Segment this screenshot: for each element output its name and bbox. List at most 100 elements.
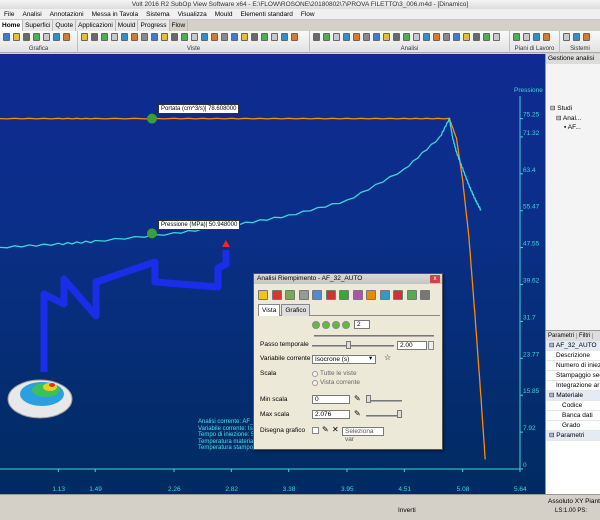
dialog-tool-icon[interactable]: [406, 290, 417, 300]
play-first-icon[interactable]: [312, 321, 320, 329]
props-row[interactable]: ⊟ Materiale: [546, 391, 600, 401]
dialog-tool-icon[interactable]: [393, 290, 403, 300]
toolbar-icon[interactable]: [443, 33, 450, 41]
dialog-tool-icon[interactable]: [258, 290, 268, 300]
dialog-tool-icon[interactable]: [339, 290, 349, 300]
toolbar-icon[interactable]: [343, 33, 350, 41]
menu-item[interactable]: Mould: [211, 9, 237, 20]
toolbar-icon[interactable]: [353, 33, 360, 41]
toolbar-icon[interactable]: [573, 33, 580, 41]
chevron-down-icon[interactable]: ▾: [369, 355, 372, 363]
toolbar-icon[interactable]: [23, 33, 30, 41]
ribbon-tab[interactable]: Flow: [170, 20, 189, 31]
toolbar-icon[interactable]: [121, 33, 128, 41]
toolbar-icon[interactable]: [291, 33, 298, 41]
max-scala-input[interactable]: 2.076: [312, 410, 350, 419]
toolbar-icon[interactable]: [111, 33, 118, 41]
props-row[interactable]: Descrizione: [546, 351, 600, 361]
props-row[interactable]: Numero di iniezi: [546, 361, 600, 371]
menu-item[interactable]: Analisi: [18, 9, 45, 20]
toolbar-icon[interactable]: [131, 33, 138, 41]
toolbar-icon[interactable]: [473, 33, 480, 41]
min-scala-slider[interactable]: [366, 400, 402, 402]
dialog-tool-icon[interactable]: [312, 290, 322, 300]
toolbar-icon[interactable]: [161, 33, 168, 41]
toolbar-icon[interactable]: [231, 33, 238, 41]
radio-vista-corrente[interactable]: [312, 380, 318, 386]
toolbar-icon[interactable]: [373, 33, 380, 41]
toolbar-icon[interactable]: [151, 33, 158, 41]
dialog-tool-icon[interactable]: [379, 290, 390, 300]
toolbar-icon[interactable]: [101, 33, 108, 41]
toolbar-icon[interactable]: [181, 33, 188, 41]
tree-item-studi[interactable]: ⊟ Studi: [550, 104, 572, 113]
close-icon[interactable]: ✕: [332, 426, 339, 434]
toolbar-icon[interactable]: [241, 33, 248, 41]
menu-item[interactable]: Annotazioni: [46, 9, 88, 20]
toolbar-icon[interactable]: [281, 33, 288, 41]
tab-grafico[interactable]: Grafico: [281, 304, 311, 316]
dialog-tool-icon[interactable]: [325, 290, 336, 300]
props-row[interactable]: Grado: [546, 421, 600, 431]
disegna-checkbox[interactable]: [312, 427, 319, 434]
dialog-tool-icon[interactable]: [420, 290, 430, 300]
toolbar-icon[interactable]: [201, 33, 208, 41]
radio-tutte-viste[interactable]: [312, 371, 318, 377]
ribbon-tab[interactable]: Superfici: [23, 20, 54, 31]
tab-vista[interactable]: Vista: [258, 304, 281, 316]
props-row[interactable]: Stampaggio sec: [546, 371, 600, 381]
toolbar-icon[interactable]: [191, 33, 198, 41]
props-row[interactable]: Integrazione ar: [546, 381, 600, 391]
toolbar-icon[interactable]: [261, 33, 268, 41]
dialog-tool-icon[interactable]: [285, 290, 295, 300]
toolbar-icon[interactable]: [413, 33, 420, 41]
passo-slider[interactable]: [312, 345, 394, 347]
max-scala-thumb[interactable]: [397, 410, 402, 418]
menu-item[interactable]: Elementi standard: [236, 9, 296, 20]
toolbar-icon[interactable]: [91, 33, 98, 41]
pick-icon[interactable]: ✎: [354, 395, 361, 403]
toolbar-icon[interactable]: [53, 33, 60, 41]
menu-item[interactable]: File: [0, 9, 18, 20]
dialog-tool-icon[interactable]: [366, 290, 376, 300]
play-back-icon[interactable]: [322, 321, 330, 329]
toolbar-icon[interactable]: [313, 33, 320, 41]
close-button[interactable]: x: [430, 275, 440, 283]
passo-input[interactable]: 2.00: [397, 341, 427, 350]
inverti-button[interactable]: Inverti: [398, 507, 416, 514]
toolbar-icon[interactable]: [533, 33, 540, 41]
play-icon[interactable]: [332, 321, 340, 329]
toolbar-icon[interactable]: [363, 33, 370, 41]
play-end-icon[interactable]: [342, 321, 350, 329]
passo-thumb[interactable]: [346, 341, 351, 349]
toolbar-icon[interactable]: [403, 33, 410, 41]
toolbar-icon[interactable]: [323, 33, 330, 41]
toolbar-icon[interactable]: [141, 33, 148, 41]
props-row[interactable]: Codice: [546, 401, 600, 411]
toolbar-icon[interactable]: [3, 33, 10, 41]
menu-item[interactable]: Sistema: [142, 9, 173, 20]
seleziona-var-select[interactable]: Seleziona var: [342, 427, 384, 443]
animation-slider[interactable]: [314, 335, 434, 337]
min-scala-input[interactable]: 0: [312, 395, 350, 404]
toolbar-icon[interactable]: [583, 33, 590, 41]
dialog-tool-icon[interactable]: [352, 290, 363, 300]
toolbar-icon[interactable]: [453, 33, 460, 41]
dialog-tool-icon[interactable]: [298, 290, 309, 300]
tree-item-af[interactable]: ▪ AF...: [564, 123, 581, 132]
props-row[interactable]: ⊟ Parametri: [546, 431, 600, 441]
tab-parametri[interactable]: Parametri: [546, 333, 578, 339]
toolbar-icon[interactable]: [211, 33, 218, 41]
menu-item[interactable]: Visualizza: [174, 9, 211, 20]
props-row[interactable]: Banca dati: [546, 411, 600, 421]
toolbar-icon[interactable]: [333, 33, 340, 41]
toolbar-icon[interactable]: [383, 33, 390, 41]
toolbar-icon[interactable]: [271, 33, 278, 41]
dialog-tool-icon[interactable]: [271, 290, 282, 300]
toolbar-icon[interactable]: [543, 33, 550, 41]
pick-icon[interactable]: ✎: [322, 426, 329, 434]
toolbar-icon[interactable]: [171, 33, 178, 41]
toolbar-icon[interactable]: [563, 33, 570, 41]
toolbar-icon[interactable]: [523, 33, 530, 41]
pick-icon[interactable]: ✎: [354, 410, 361, 418]
